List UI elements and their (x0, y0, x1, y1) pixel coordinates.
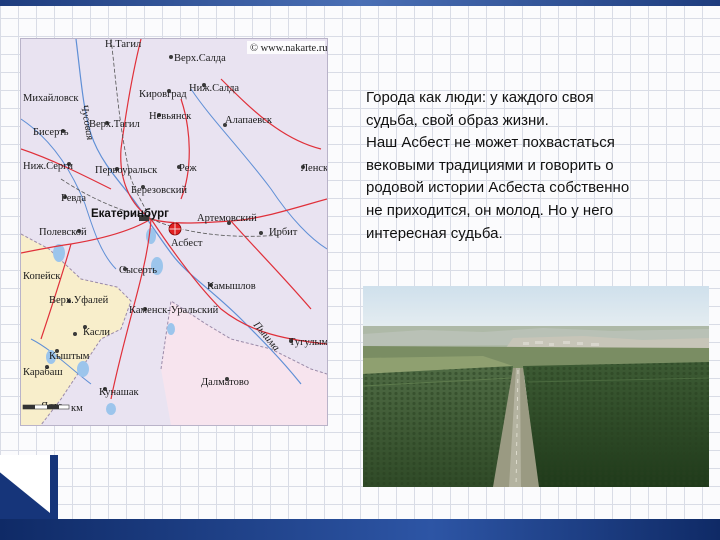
city-label-verh-ufaley: Верх.Уфалей (49, 295, 109, 306)
city-label-lensk: Ленск (301, 163, 327, 174)
paragraph-line: родовой истории Асбеста собственно (366, 179, 630, 197)
city-label-kasli: Касли (83, 327, 110, 338)
bottom-accent-bar (0, 519, 720, 540)
city-label-kopeysk: Копейск (23, 271, 61, 282)
city-label-mihaylovsk: Михайловск (23, 93, 79, 104)
city-label-tugulym: Тугулым (289, 337, 327, 348)
city-label-nizh-salda: Ниж.Салда (189, 83, 239, 94)
city-label-verh-tagil: Верх.Тагил (89, 119, 140, 130)
city-label-ekaterinburg: Екатеринбург (91, 208, 169, 220)
city-label-karabash: Карабаш (23, 367, 63, 378)
city-label-revda: Ревда (61, 193, 86, 204)
city-label-artemovsky: Артемовский (197, 213, 257, 224)
paragraph-line: интересная судьба. (366, 224, 503, 242)
aerial-photo-asbest (363, 286, 709, 487)
map-watermark: © www.nakarte.ru (250, 43, 327, 54)
city-label-top: Н.Тагил (105, 39, 141, 50)
city-label-dalmatovo: Далматово (201, 377, 249, 388)
city-label-kamensk: Каменск-Уральский (129, 305, 219, 316)
city-label-bisert: Бисерть (33, 127, 69, 138)
bottom-left-corner-decoration (0, 455, 58, 521)
city-label-sysert: Сысерть (119, 265, 157, 276)
city-label-kyshtym: Кыштым (49, 351, 90, 362)
city-label-nizh-sergi: Ниж.Серги (23, 161, 73, 172)
paragraph-line: Города как люди: у каждого своя (366, 89, 594, 106)
city-label-rezh: Реж (179, 163, 197, 174)
paragraph-line: не приходится, он молод. Но у него (366, 201, 614, 219)
city-label-kunashak: Кунашак (99, 387, 139, 398)
paragraph-line: вековыми традициями и говорить о (366, 156, 614, 174)
city-label-pervouralsk: Первоуральск (95, 165, 158, 176)
city-label-poleskoy: Полевской (39, 227, 87, 238)
city-label-irbit: Ирбит (269, 227, 298, 238)
paragraph-line: судьба, свой образ жизни. (366, 111, 549, 129)
scale-unit-label: км (71, 403, 83, 414)
city-label-nevyansk: Невьянск (149, 111, 192, 122)
city-label-asbest: Асбест (171, 238, 203, 249)
region-map: Н.Тагил Верх.Салда Ниж.Салда Кировград Н… (20, 38, 328, 426)
city-label-berezovsky: Березовский (131, 185, 187, 196)
top-accent-bar (0, 0, 720, 6)
paragraph-line: Наш Асбест не может похвастаться (366, 134, 615, 152)
city-label-verh-salda: Верх.Салда (174, 53, 226, 64)
slide-paragraph: Города как люди: у каждого своя судьба, … (366, 87, 706, 245)
city-label-kirovgrad: Кировград (139, 89, 187, 100)
city-label-alapaevsk: Алапаевск (225, 115, 273, 126)
city-label-kamyshlov: Камышлов (207, 281, 256, 292)
